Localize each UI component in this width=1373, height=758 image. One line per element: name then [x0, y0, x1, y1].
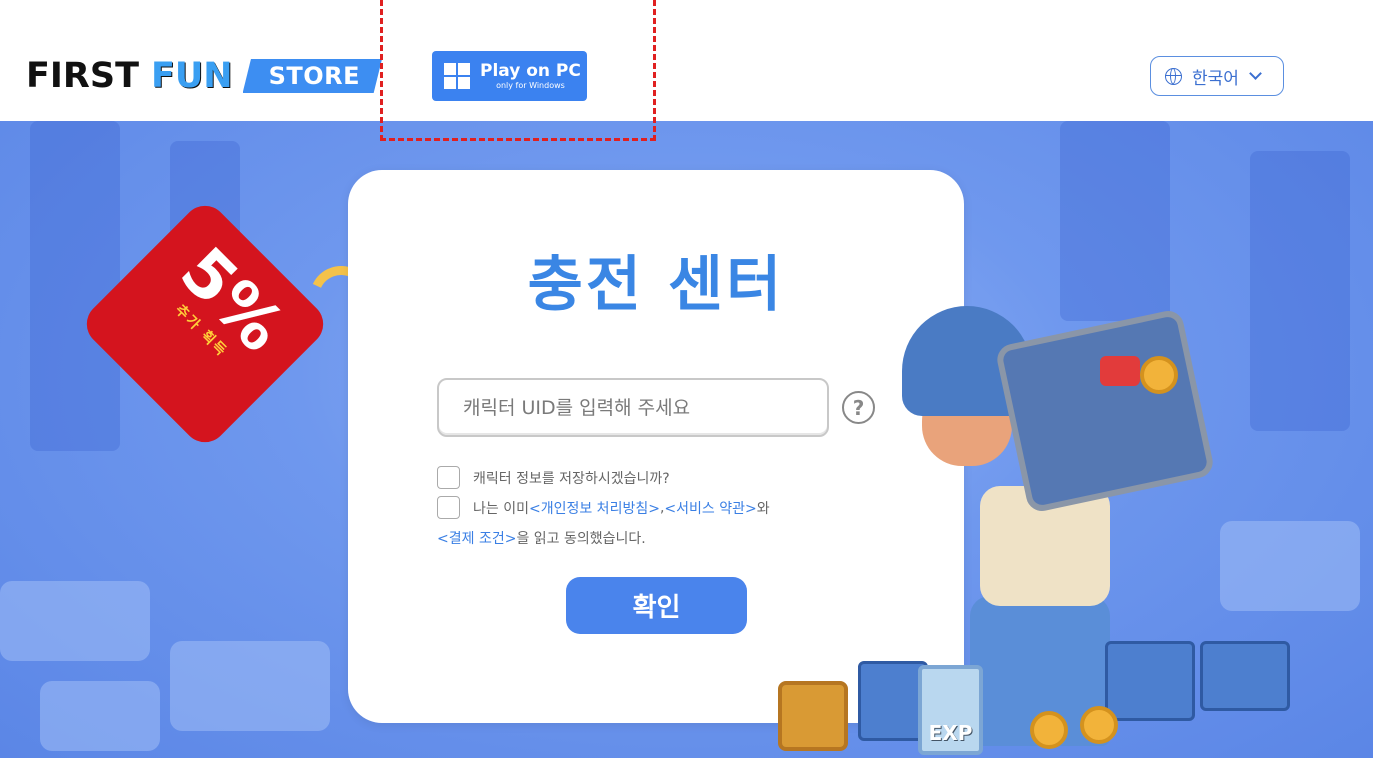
- background-rock: [0, 581, 150, 661]
- play-on-pc-sublabel: only for Windows: [496, 81, 565, 90]
- agree-suffix: 을 읽고 동의했습니다.: [516, 531, 646, 547]
- bonus-tag: 5% 추가 획득: [77, 196, 333, 452]
- save-info-row: 캐릭터 정보를 저장하시겠습니까?: [437, 466, 670, 489]
- confirm-button[interactable]: 확인: [566, 577, 747, 634]
- chevron-down-icon: [1249, 67, 1262, 80]
- save-info-label: 캐릭터 정보를 저장하시겠습니까?: [473, 470, 670, 487]
- logo-store-badge: STORE: [242, 59, 383, 93]
- play-on-pc-button[interactable]: Play on PC only for Windows: [432, 51, 587, 101]
- agree-row-continued: <결제 조건>을 읽고 동의했습니다.: [437, 528, 646, 548]
- book-icon: [1200, 641, 1290, 711]
- recharge-card: 충전 센터 ? 캐릭터 정보를 저장하시겠습니까? 나는 이미 <개인정보 처리…: [348, 170, 964, 723]
- gold-box-icon: [778, 681, 848, 751]
- globe-icon: [1165, 67, 1182, 85]
- page-title: 충전 센터: [527, 250, 785, 320]
- agree-checkbox[interactable]: [437, 496, 460, 519]
- help-icon[interactable]: ?: [842, 391, 875, 424]
- agree-row: 나는 이미 <개인정보 처리방침> , <서비스 약관> 와: [437, 496, 770, 519]
- payment-terms-link[interactable]: <결제 조건>: [437, 531, 516, 547]
- background-pillar: [1060, 121, 1170, 321]
- logo-fun-text: FUN: [150, 56, 233, 96]
- agree-prefix: 나는 이미: [473, 500, 529, 517]
- logo-first-text: FIRST: [26, 56, 139, 96]
- windows-icon: [444, 63, 470, 89]
- language-selector[interactable]: 한국어: [1150, 56, 1284, 96]
- agree-and-text: 와: [756, 500, 770, 517]
- save-info-checkbox[interactable]: [437, 466, 460, 489]
- coin-icon: [1140, 356, 1178, 394]
- hero-section: 5% 추가 획득 충전 센터 ? 캐릭터 정보를 저장하시겠습니까? 나는 이미…: [0, 121, 1373, 758]
- terms-of-service-link[interactable]: <서비스 약관>: [664, 498, 756, 518]
- treasure-chest-icon: [994, 308, 1216, 514]
- play-on-pc-label: Play on PC: [480, 61, 581, 81]
- coin-icon: [1080, 706, 1118, 744]
- book-icon: [1105, 641, 1195, 721]
- header: FIRST FUN STORE Play on PC only for Wind…: [0, 0, 1373, 121]
- language-label: 한국어: [1192, 68, 1239, 89]
- uid-input[interactable]: [437, 378, 829, 437]
- gem-icon: [1100, 356, 1140, 386]
- background-rock: [40, 681, 160, 751]
- background-rock: [170, 641, 330, 731]
- privacy-policy-link[interactable]: <개인정보 처리방침>: [529, 498, 660, 518]
- coin-icon: [1030, 711, 1068, 749]
- exp-book-icon: EXP: [918, 665, 983, 755]
- store-logo[interactable]: FIRST FUN STORE: [26, 56, 383, 96]
